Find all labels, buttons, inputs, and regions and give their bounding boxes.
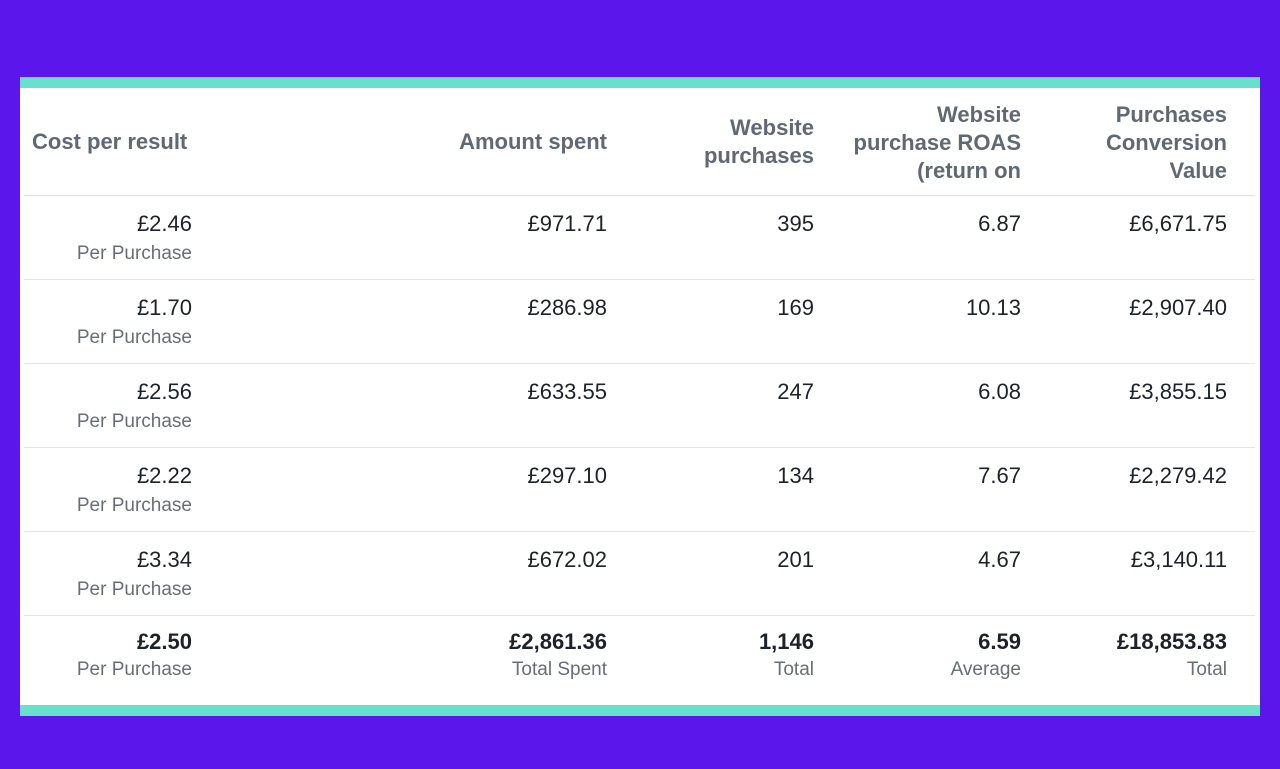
- purchases-value: 247: [777, 379, 814, 404]
- conversion-value-cell: £3,855.15: [1021, 364, 1227, 406]
- table-totals-row: £2.50 Per Purchase £2,861.36 Total Spent…: [24, 616, 1255, 706]
- column-header-conversion-value[interactable]: Purchases Conversion Value: [1021, 88, 1227, 196]
- amount-spent-cell: £286.98: [192, 280, 607, 322]
- column-header-website-purchases[interactable]: Website purchases: [607, 88, 814, 196]
- column-header-label: Purchases Conversion Value: [1105, 102, 1227, 183]
- conversion-value: £2,907.40: [1129, 295, 1227, 320]
- report-panel: Cost per result Amount spent Website pur…: [20, 77, 1260, 716]
- amount-spent-cell: £297.10: [192, 448, 607, 490]
- total-amount-spent-sublabel: Total Spent: [511, 659, 607, 680]
- roas-value: 6.08: [978, 379, 1021, 404]
- cost-per-result-cell: £3.34 Per Purchase: [24, 532, 192, 602]
- cost-value: £2.46: [136, 211, 192, 236]
- roas-cell: 6.08: [814, 364, 1021, 406]
- cost-per-result-cell: £2.46 Per Purchase: [24, 196, 192, 266]
- cost-sublabel: Per Purchase: [76, 579, 192, 600]
- column-header-label: Cost per result: [32, 129, 188, 154]
- table-row: £3.34 Per Purchase £672.02 201 4.67 £3,1…: [24, 532, 1255, 616]
- table-row: £2.22 Per Purchase £297.10 134 7.67 £2,2…: [24, 448, 1255, 532]
- cost-value: £1.70: [136, 295, 192, 320]
- cost-sublabel: Per Purchase: [76, 411, 192, 432]
- amount-spent-value: £633.55: [527, 379, 607, 404]
- table-row: £2.56 Per Purchase £633.55 247 6.08 £3,8…: [24, 364, 1255, 448]
- total-cost-value: £2.50: [136, 629, 192, 654]
- amount-spent-cell: £633.55: [192, 364, 607, 406]
- conversion-value: £3,855.15: [1129, 379, 1227, 404]
- total-amount-spent-cell: £2,861.36 Total Spent: [192, 616, 607, 682]
- purchases-value: 134: [777, 463, 814, 488]
- cost-value: £2.22: [136, 463, 192, 488]
- conversion-value-cell: £2,279.42: [1021, 448, 1227, 490]
- purchases-value: 395: [777, 211, 814, 236]
- total-conversion-sublabel: Total: [1186, 659, 1227, 680]
- roas-value: 6.87: [978, 211, 1021, 236]
- total-roas-cell: 6.59 Average: [814, 616, 1021, 682]
- purchases-value: 201: [777, 547, 814, 572]
- conversion-value: £2,279.42: [1129, 463, 1227, 488]
- ads-results-table: Cost per result Amount spent Website pur…: [24, 88, 1255, 706]
- table-header-row: Cost per result Amount spent Website pur…: [24, 88, 1255, 196]
- total-roas-value: 6.59: [978, 629, 1021, 654]
- column-header-amount-spent[interactable]: Amount spent: [192, 88, 607, 196]
- roas-value: 4.67: [978, 547, 1021, 572]
- amount-spent-cell: £971.71: [192, 196, 607, 238]
- total-conversion-value: £18,853.83: [1116, 629, 1227, 654]
- conversion-value-cell: £3,140.11: [1021, 532, 1227, 574]
- amount-spent-value: £286.98: [527, 295, 607, 320]
- cost-sublabel: Per Purchase: [76, 495, 192, 516]
- total-roas-sublabel: Average: [950, 659, 1021, 680]
- total-purchases-sublabel: Total: [773, 659, 814, 680]
- column-header-label: Amount spent: [459, 129, 607, 154]
- roas-cell: 7.67: [814, 448, 1021, 490]
- conversion-value: £3,140.11: [1130, 547, 1227, 572]
- website-purchases-cell: 169: [607, 280, 814, 322]
- table-row: £1.70 Per Purchase £286.98 169 10.13 £2,…: [24, 280, 1255, 364]
- total-amount-spent-value: £2,861.36: [509, 629, 607, 654]
- roas-cell: 6.87: [814, 196, 1021, 238]
- roas-value: 7.67: [978, 463, 1021, 488]
- cost-per-result-cell: £2.56 Per Purchase: [24, 364, 192, 434]
- roas-cell: 4.67: [814, 532, 1021, 574]
- amount-spent-value: £971.71: [527, 211, 607, 236]
- amount-spent-value: £297.10: [527, 463, 607, 488]
- cost-per-result-cell: £1.70 Per Purchase: [24, 280, 192, 350]
- total-cost-sublabel: Per Purchase: [76, 659, 192, 680]
- roas-value: 10.13: [965, 295, 1021, 320]
- conversion-value: £6,671.75: [1129, 211, 1227, 236]
- total-conversion-value-cell: £18,853.83 Total: [1021, 616, 1227, 682]
- total-website-purchases-cell: 1,146 Total: [607, 616, 814, 682]
- column-header-cost-per-result[interactable]: Cost per result: [24, 88, 192, 196]
- website-purchases-cell: 201: [607, 532, 814, 574]
- conversion-value-cell: £6,671.75: [1021, 196, 1227, 238]
- cost-sublabel: Per Purchase: [76, 243, 192, 264]
- conversion-value-cell: £2,907.40: [1021, 280, 1227, 322]
- amount-spent-cell: £672.02: [192, 532, 607, 574]
- roas-cell: 10.13: [814, 280, 1021, 322]
- cost-value: £2.56: [136, 379, 192, 404]
- cost-value: £3.34: [136, 547, 192, 572]
- column-header-label: Website purchase ROAS (return on: [853, 102, 1022, 183]
- amount-spent-value: £672.02: [527, 547, 607, 572]
- website-purchases-cell: 247: [607, 364, 814, 406]
- column-header-label: Website purchases: [703, 115, 814, 168]
- table-row: £2.46 Per Purchase £971.71 395 6.87 £6,6…: [24, 196, 1255, 280]
- website-purchases-cell: 134: [607, 448, 814, 490]
- purchases-value: 169: [777, 295, 814, 320]
- total-purchases-value: 1,146: [758, 629, 814, 654]
- cost-sublabel: Per Purchase: [76, 327, 192, 348]
- column-header-roas[interactable]: Website purchase ROAS (return on: [814, 88, 1022, 196]
- cost-per-result-cell: £2.22 Per Purchase: [24, 448, 192, 518]
- website-purchases-cell: 395: [607, 196, 814, 238]
- total-cost-per-result-cell: £2.50 Per Purchase: [24, 616, 192, 682]
